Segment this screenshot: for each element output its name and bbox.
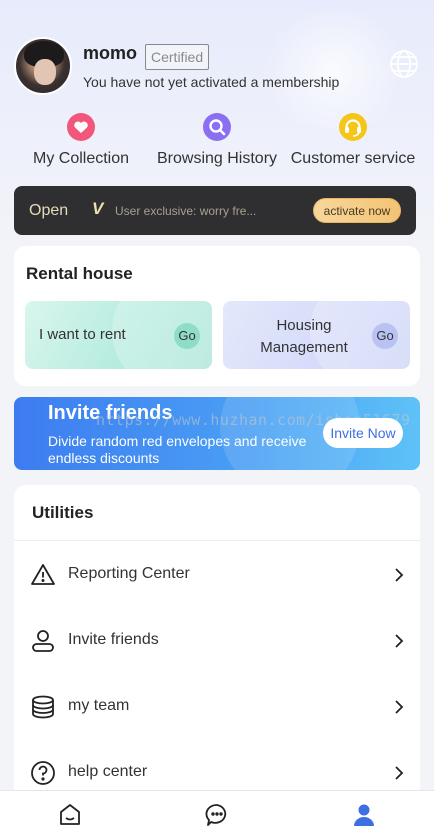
database-icon: [32, 695, 54, 719]
globe-icon[interactable]: [388, 48, 420, 80]
invite-now-button[interactable]: Invite Now: [323, 418, 403, 448]
quick-link-label: Customer service: [290, 150, 416, 167]
utility-row-invite-friends[interactable]: Invite friends: [14, 607, 420, 673]
membership-promo-text: User exclusive: worry fre...: [115, 204, 257, 218]
avatar[interactable]: [14, 37, 72, 95]
utility-label: my team: [68, 697, 130, 714]
quick-link-label: Browsing History: [156, 150, 278, 167]
chevron-right-icon: [395, 700, 404, 714]
tile-label: Housing Management: [260, 317, 348, 356]
home-icon[interactable]: [57, 802, 83, 828]
quick-link-my-collection[interactable]: My Collection: [11, 112, 151, 168]
utilities-title: Utilities: [32, 503, 94, 522]
want-to-rent-tile[interactable]: I want to rent Go: [25, 301, 212, 369]
go-button[interactable]: Go: [174, 323, 200, 349]
chat-icon[interactable]: [204, 802, 230, 828]
utility-row-reporting-center[interactable]: Reporting Center: [14, 541, 420, 607]
heart-icon: [67, 113, 95, 141]
membership-bar: Open V User exclusive: worry fre... acti…: [14, 186, 416, 235]
quick-link-customer-service[interactable]: Customer service: [283, 112, 423, 168]
warning-icon: [31, 564, 55, 585]
certified-badge: Certified: [145, 44, 210, 70]
search-icon: [203, 113, 231, 141]
open-label: Open: [29, 202, 69, 219]
go-button[interactable]: Go: [372, 323, 398, 349]
username: momo: [83, 43, 137, 63]
person-icon[interactable]: [351, 802, 377, 828]
headset-icon: [339, 113, 367, 141]
tile-label: I want to rent: [39, 326, 126, 343]
quick-link-browsing-history[interactable]: Browsing History: [147, 112, 287, 168]
invite-banner-subtitle: Divide random red envelopes and receive …: [48, 433, 307, 466]
utility-row-my-team[interactable]: my team: [14, 673, 420, 739]
chevron-right-icon: [395, 568, 404, 582]
membership-status: You have not yet activated a membership: [83, 74, 340, 90]
chevron-right-icon: [395, 766, 404, 780]
chevron-right-icon: [395, 634, 404, 648]
vip-icon: V: [92, 199, 104, 218]
utility-label: Invite friends: [68, 631, 159, 648]
bottom-navigation: [0, 790, 434, 837]
rental-house-card: Rental house I want to rent Go Housing M…: [14, 246, 420, 386]
quick-link-label: My Collection: [32, 150, 130, 167]
activate-now-button[interactable]: activate now: [313, 198, 401, 223]
utility-label: help center: [68, 763, 148, 780]
rental-section-title: Rental house: [26, 264, 133, 283]
utilities-card: Utilities Reporting Center Invite friend…: [14, 485, 420, 805]
user-icon: [32, 630, 54, 652]
utility-label: Reporting Center: [68, 565, 190, 582]
invite-friends-banner[interactable]: Invite friends Divide random red envelop…: [14, 397, 420, 470]
help-icon: [31, 761, 55, 785]
housing-management-tile[interactable]: Housing Management Go: [223, 301, 410, 369]
